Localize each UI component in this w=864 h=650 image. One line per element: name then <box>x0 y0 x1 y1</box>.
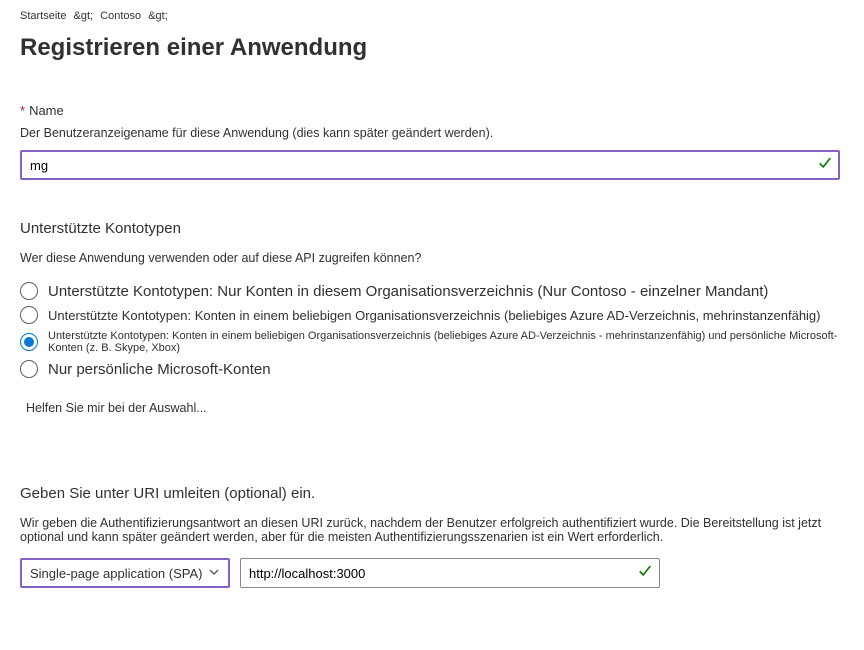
radio-dot-icon <box>24 337 34 347</box>
name-label: * Name <box>20 103 64 118</box>
checkmark-icon <box>638 564 652 583</box>
radio-label: Unterstützte Kontotypen: Konten in einem… <box>48 308 821 323</box>
radio-circle-selected-icon <box>20 333 38 351</box>
radio-circle-icon <box>20 306 38 324</box>
redirect-uri-input[interactable] <box>240 558 660 588</box>
account-types-heading: Unterstützte Kontotypen <box>20 220 844 237</box>
breadcrumb-sep-1: &gt; <box>74 10 94 22</box>
redirect-uri-heading: Geben Sie unter URI umleiten (optional) … <box>20 485 844 502</box>
radio-option-single-tenant[interactable]: Unterstützte Kontotypen: Nur Konten in d… <box>20 279 844 303</box>
name-label-text: Name <box>29 103 64 118</box>
help-me-choose-link[interactable]: Helfen Sie mir bei der Auswahl... <box>26 401 207 415</box>
name-input-wrapper <box>20 150 840 180</box>
radio-circle-icon <box>20 360 38 378</box>
platform-dropdown[interactable]: Single-page application (SPA) <box>20 558 230 588</box>
checkmark-icon <box>818 156 832 175</box>
name-input[interactable] <box>20 150 840 180</box>
breadcrumb-org[interactable]: Contoso <box>100 10 141 22</box>
name-description: Der Benutzeranzeigename für diese Anwend… <box>20 126 844 140</box>
required-asterisk: * <box>20 103 25 118</box>
radio-label: Nur persönliche Microsoft-Konten <box>48 361 271 378</box>
account-types-radio-group: Unterstützte Kontotypen: Nur Konten in d… <box>20 279 844 381</box>
redirect-uri-description: Wir geben die Authentifizierungsantwort … <box>20 516 840 544</box>
radio-circle-icon <box>20 282 38 300</box>
radio-option-personal-only[interactable]: Nur persönliche Microsoft-Konten <box>20 357 844 381</box>
page-title: Registrieren einer Anwendung <box>20 34 844 62</box>
chevron-down-icon <box>208 566 220 581</box>
uri-input-wrapper <box>240 558 660 588</box>
radio-label: Unterstützte Kontotypen: Nur Konten in d… <box>48 283 768 300</box>
breadcrumb-home[interactable]: Startseite <box>20 10 66 22</box>
platform-dropdown-value: Single-page application (SPA) <box>30 566 202 581</box>
radio-label: Unterstützte Kontotypen: Konten in einem… <box>48 330 844 354</box>
account-types-subtext: Wer diese Anwendung verwenden oder auf d… <box>20 251 844 265</box>
radio-option-multi-tenant-personal[interactable]: Unterstützte Kontotypen: Konten in einem… <box>20 327 844 357</box>
breadcrumb: Startseite &gt; Contoso &gt; <box>20 10 844 22</box>
breadcrumb-sep-2: &gt; <box>148 10 168 22</box>
radio-option-multi-tenant[interactable]: Unterstützte Kontotypen: Konten in einem… <box>20 303 844 327</box>
